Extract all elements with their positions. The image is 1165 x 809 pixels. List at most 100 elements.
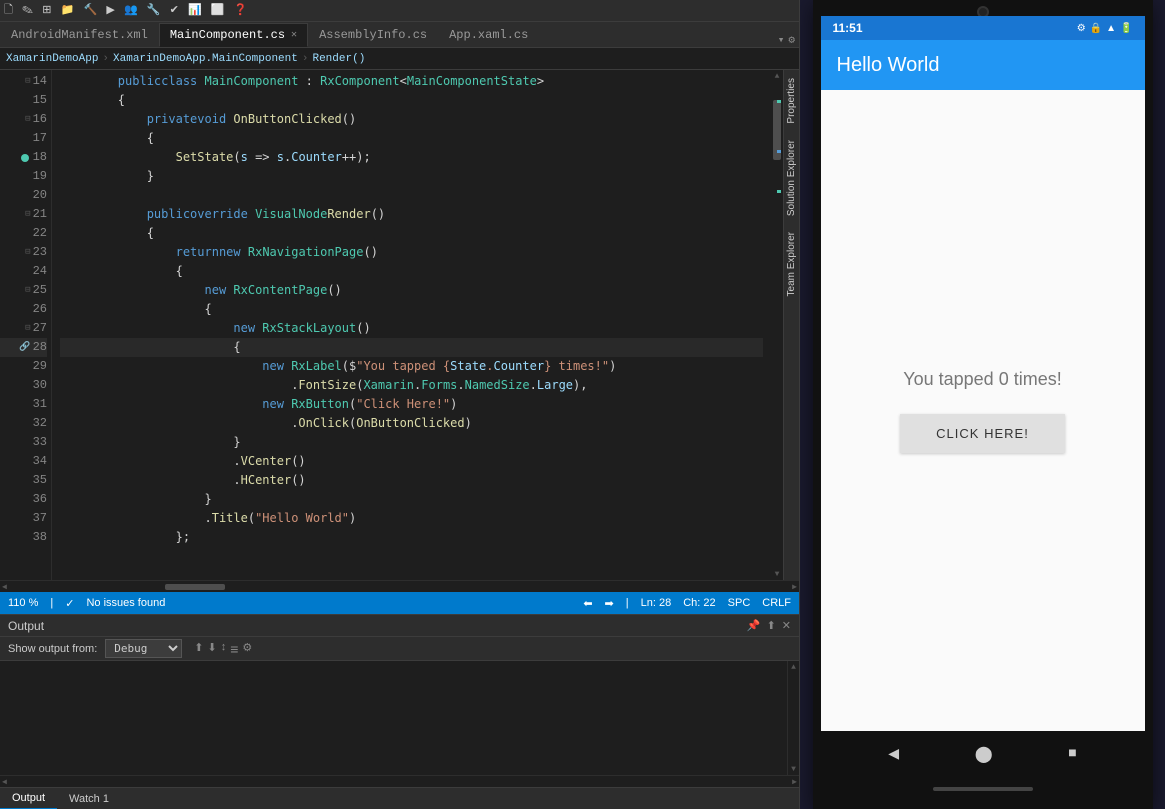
phone-nav-bar: ◀ ⬤ ■ bbox=[821, 731, 1145, 777]
ide-panel: 🗋 ✎ ⊞ 📁 🔨 ▶ 👥 🔧 ✔ 📊 ⬜ ❓ AndroidManifest.… bbox=[0, 0, 800, 809]
out-scroll-down[interactable]: ▼ bbox=[788, 763, 799, 775]
output-action-3[interactable]: ↕ bbox=[221, 641, 227, 657]
phone-bezel: 11:51 ⚙ 🔒 ▲ 🔋 Hello World bbox=[813, 0, 1153, 809]
back-btn[interactable]: ◀ bbox=[888, 743, 899, 765]
code-line-21: public override VisualNode Render() bbox=[60, 205, 763, 224]
tab-appxamlcs[interactable]: App.xaml.cs bbox=[438, 23, 539, 47]
breadcrumb-sep2: › bbox=[302, 53, 309, 65]
code-line-26: { bbox=[60, 300, 763, 319]
code-line-38: }; bbox=[60, 528, 763, 547]
line-numbers: ⊟14 15 ⊟16 17 18 19 20 ⊟21 22 ⊟23 24 ⊟25… bbox=[0, 70, 52, 580]
click-here-button[interactable]: CLICK HERE! bbox=[900, 414, 1065, 453]
wifi-icon: ▲ bbox=[1106, 23, 1116, 34]
output-action-2[interactable]: ⬇ bbox=[208, 641, 217, 657]
code-editor[interactable]: public class MainComponent : RxComponent… bbox=[52, 70, 771, 580]
line-info: Ln: 28 bbox=[641, 597, 672, 609]
battery-icon: 🔋 bbox=[1120, 23, 1132, 34]
output-source-select[interactable]: Debug Build General bbox=[105, 639, 182, 658]
output-action-5[interactable]: ⚙ bbox=[242, 641, 252, 657]
tab-maincomponent[interactable]: MainComponent.cs ✕ bbox=[159, 23, 308, 47]
code-line-22: { bbox=[60, 224, 763, 243]
output-action-1[interactable]: ⬆ bbox=[194, 641, 203, 657]
nav-prev[interactable]: ⬅ bbox=[583, 597, 592, 610]
fold-25[interactable]: ⊟ bbox=[25, 281, 30, 300]
tab-label: AssemblyInfo.cs bbox=[319, 28, 427, 42]
phone-home-indicator bbox=[821, 777, 1145, 801]
output-close-icon[interactable]: ✕ bbox=[782, 619, 791, 632]
code-line-33: } bbox=[60, 433, 763, 452]
tab-output[interactable]: Output bbox=[0, 788, 57, 809]
output-hscrollbar[interactable]: ◀ ▶ bbox=[0, 775, 799, 787]
out-scroll-up[interactable]: ▲ bbox=[788, 661, 799, 673]
tab-androidmanifest[interactable]: AndroidManifest.xml bbox=[0, 23, 159, 47]
col-info: Ch: 22 bbox=[683, 597, 715, 609]
editor-container: ⊟14 15 ⊟16 17 18 19 20 ⊟21 22 ⊟23 24 ⊟25… bbox=[0, 70, 799, 580]
line-ending: CRLF bbox=[762, 597, 791, 609]
tap-counter-text: You tapped 0 times! bbox=[903, 369, 1061, 390]
status-divider2: | bbox=[626, 597, 629, 609]
recents-btn[interactable]: ■ bbox=[1068, 746, 1076, 762]
breadcrumb-project[interactable]: XamarinDemoApp bbox=[6, 53, 98, 65]
code-hscrollbar[interactable]: ◀ ▶ bbox=[0, 580, 799, 592]
hscroll-right[interactable]: ▶ bbox=[792, 582, 797, 592]
fold-21[interactable]: ⊟ bbox=[25, 205, 30, 224]
output-float-icon[interactable]: ⬆ bbox=[767, 619, 776, 632]
tab-close-icon[interactable]: ✕ bbox=[291, 29, 297, 41]
fold-14[interactable]: ⊟ bbox=[25, 72, 30, 91]
tab-assemblyinfo[interactable]: AssemblyInfo.cs bbox=[308, 23, 438, 47]
breadcrumb-class[interactable]: XamarinDemoApp.MainComponent bbox=[113, 53, 298, 65]
right-sidebar: Properties Solution Explorer Team Explor… bbox=[783, 70, 799, 580]
code-line-23: return new RxNavigationPage() bbox=[60, 243, 763, 262]
output-tabs-bar: Output Watch 1 bbox=[0, 787, 799, 809]
tabs-bar: AndroidManifest.xml MainComponent.cs ✕ A… bbox=[0, 22, 799, 48]
link-icon-28[interactable]: 🔗 bbox=[19, 338, 30, 357]
tab-label: App.xaml.cs bbox=[449, 28, 528, 42]
breadcrumb-method[interactable]: Render() bbox=[312, 53, 365, 65]
code-line-20 bbox=[60, 186, 763, 205]
scroll-up-arrow[interactable]: ▲ bbox=[771, 70, 783, 82]
code-line-25: new RxContentPage() bbox=[60, 281, 763, 300]
editor-scrollbar[interactable]: ▲ ▼ bbox=[771, 70, 783, 580]
sidebar-tab-solution[interactable]: Solution Explorer bbox=[784, 132, 799, 224]
fold-16[interactable]: ⊟ bbox=[25, 110, 30, 129]
sidebar-tab-team[interactable]: Team Explorer bbox=[784, 224, 799, 304]
code-line-34: .VCenter() bbox=[60, 452, 763, 471]
breadcrumb-bar: XamarinDemoApp › XamarinDemoApp.MainComp… bbox=[0, 48, 799, 70]
sidebar-tab-properties[interactable]: Properties bbox=[784, 70, 799, 132]
lock-icon: 🔒 bbox=[1090, 23, 1102, 34]
nav-next[interactable]: ➡ bbox=[605, 597, 614, 610]
breadcrumb-sep1: › bbox=[102, 53, 109, 65]
code-line-31: new RxButton("Click Here!") bbox=[60, 395, 763, 414]
tab-watch1[interactable]: Watch 1 bbox=[57, 788, 121, 809]
phone-top-bezel bbox=[821, 8, 1145, 16]
out-hscroll-right[interactable]: ▶ bbox=[792, 777, 797, 787]
fold-27[interactable]: ⊟ bbox=[25, 319, 30, 338]
tabs-settings-icon[interactable]: ⚙ bbox=[788, 33, 795, 47]
code-line-37: .Title("Hello World") bbox=[60, 509, 763, 528]
phone-app-title: Hello World bbox=[837, 54, 940, 77]
fold-23[interactable]: ⊟ bbox=[25, 243, 30, 262]
output-panel: Output 📌 ⬆ ✕ Show output from: Debug Bui… bbox=[0, 614, 799, 809]
code-line-18: SetState(s => s.Counter++); bbox=[60, 148, 763, 167]
code-line-29: new RxLabel($"You tapped {State.Counter}… bbox=[60, 357, 763, 376]
toolbar: 🗋 ✎ ⊞ 📁 🔨 ▶ 👥 🔧 ✔ 📊 ⬜ ❓ bbox=[0, 0, 799, 22]
scroll-down-arrow[interactable]: ▼ bbox=[771, 568, 783, 580]
no-issues-icon: ✓ bbox=[65, 597, 74, 610]
code-line-36: } bbox=[60, 490, 763, 509]
home-btn[interactable]: ⬤ bbox=[975, 744, 993, 764]
phone-status-bar: 11:51 ⚙ 🔒 ▲ 🔋 bbox=[821, 16, 1145, 40]
code-line-14: public class MainComponent : RxComponent… bbox=[60, 72, 763, 91]
no-issues-text: No issues found bbox=[86, 597, 165, 609]
tabs-overflow-icon[interactable]: ▾ bbox=[778, 33, 785, 47]
phone-status-icons: ⚙ 🔒 ▲ 🔋 bbox=[1077, 23, 1133, 34]
output-pin-icon[interactable]: 📌 bbox=[747, 619, 761, 632]
code-line-17: { bbox=[60, 129, 763, 148]
emulator-panel: 11:51 ⚙ 🔒 ▲ 🔋 Hello World bbox=[800, 0, 1165, 809]
phone-app-bar: Hello World bbox=[821, 40, 1145, 90]
output-scrollbar[interactable]: ▲ ▼ bbox=[787, 661, 799, 775]
hscroll-left[interactable]: ◀ bbox=[2, 582, 7, 592]
output-action-4[interactable]: ≡ bbox=[230, 641, 238, 657]
phone-screen: 11:51 ⚙ 🔒 ▲ 🔋 Hello World bbox=[821, 16, 1145, 777]
tab-label: MainComponent.cs bbox=[170, 28, 285, 42]
output-header: Output 📌 ⬆ ✕ bbox=[0, 615, 799, 637]
